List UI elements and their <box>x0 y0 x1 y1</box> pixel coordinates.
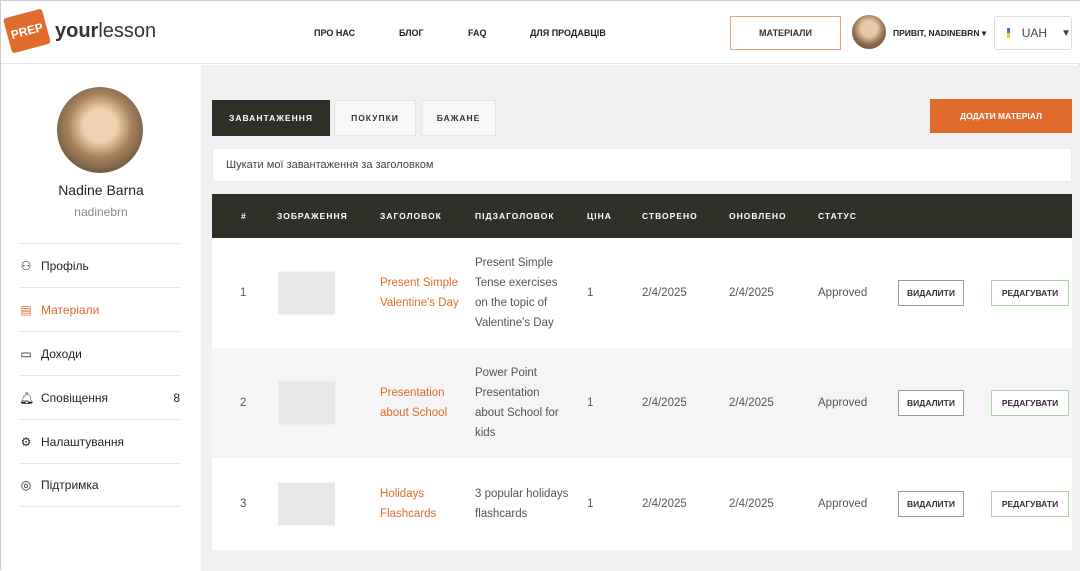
edit-button[interactable]: РЕДАГУВАТИ <box>991 491 1069 517</box>
tab-wishlist[interactable]: БАЖАНЕ <box>421 100 496 136</box>
sidebar-item-settings[interactable]: ⚙ Налаштування <box>19 419 180 463</box>
caret-down-icon: ▾ <box>981 28 987 38</box>
user-avatar[interactable] <box>852 15 886 49</box>
add-material-button[interactable]: ДОДАТИ МАТЕРІАЛ <box>930 99 1072 133</box>
created-date: 2/4/2025 <box>642 287 687 299</box>
greeting-text: ПРИВІТ, NADINEBRN <box>893 28 980 38</box>
created-date: 2/4/2025 <box>642 498 687 510</box>
logo-badge: PREP <box>3 8 51 54</box>
sidebar-item-label: Матеріали <box>41 302 100 317</box>
sidebar-item-support[interactable]: ◎ Підтримка <box>19 463 180 507</box>
col-title: ЗАГОЛОВОК <box>380 211 442 221</box>
material-title-link[interactable]: Present Simple Valentine's Day <box>380 273 460 313</box>
updated-date: 2/4/2025 <box>729 287 774 299</box>
status-text: Approved <box>818 397 868 409</box>
table-header: # ЗОБРАЖЕННЯ ЗАГОЛОВОК ПІДЗАГОЛОВОК ЦІНА… <box>212 194 1072 238</box>
sidebar-item-label: Налаштування <box>41 434 124 449</box>
material-price: 1 <box>587 498 594 510</box>
sidebar-menu: ⚇ Профіль ▤ Матеріали ▭ Доходи 🔔︎ Сповіщення… <box>19 243 180 507</box>
header: PREP yourlesson ПРО НАС БЛОГ FAQ ДЛЯ ПРО… <box>1 1 1080 64</box>
nav-about[interactable]: ПРО НАС <box>314 28 355 38</box>
sidebar-item-notifications[interactable]: 🔔︎ Сповіщення 8 <box>19 375 180 419</box>
sidebar-item-materials[interactable]: ▤ Матеріали <box>19 287 180 331</box>
logo-text-bold: your <box>55 19 99 42</box>
row-number: 3 <box>240 498 247 510</box>
caret-down-icon: ▼ <box>1061 27 1071 39</box>
material-price: 1 <box>587 287 594 299</box>
sidebar-item-income[interactable]: ▭ Доходи <box>19 331 180 375</box>
wallet-icon: ▭ <box>20 346 32 361</box>
delete-button[interactable]: ВИДАЛИТИ <box>898 280 964 306</box>
material-thumbnail <box>278 482 335 526</box>
delete-button[interactable]: ВИДАЛИТИ <box>898 491 964 517</box>
bell-icon: 🔔︎ <box>19 390 35 405</box>
col-updated: ОНОВЛЕНО <box>729 211 787 221</box>
row-number: 2 <box>240 397 247 409</box>
logo-text-light: lesson <box>98 19 157 42</box>
nav-blog[interactable]: БЛОГ <box>399 28 424 38</box>
row-number: 1 <box>240 287 247 299</box>
table-row: 1 Present Simple Valentine's Day Present… <box>212 238 1072 348</box>
gear-icon: ⚙ <box>20 434 32 449</box>
notification-count: 8 <box>173 390 180 405</box>
delete-button[interactable]: ВИДАЛИТИ <box>898 390 964 416</box>
sidebar-item-profile[interactable]: ⚇ Профіль <box>19 243 180 287</box>
profile-avatar <box>57 87 143 173</box>
ukraine-flag-icon <box>1007 28 1010 38</box>
material-title-link[interactable]: Presentation about School <box>380 383 460 423</box>
edit-button[interactable]: РЕДАГУВАТИ <box>991 390 1069 416</box>
status-text: Approved <box>818 498 868 510</box>
material-price: 1 <box>587 397 594 409</box>
currency-select[interactable]: UAH ▼ <box>994 16 1072 50</box>
currency-value: UAH <box>1021 26 1048 40</box>
material-subtitle: 3 popular holidays flashcards <box>475 488 569 520</box>
nav-faq[interactable]: FAQ <box>468 28 487 38</box>
col-created: СТВОРЕНО <box>642 211 698 221</box>
sidebar-item-label: Сповіщення <box>41 390 109 405</box>
material-thumbnail <box>278 381 335 425</box>
material-thumbnail <box>278 271 335 315</box>
status-text: Approved <box>818 287 868 299</box>
user-menu[interactable]: ПРИВІТ, NADINEBRN ▾ <box>893 28 986 39</box>
user-icon: ⚇ <box>20 258 32 273</box>
col-status: СТАТУС <box>818 211 857 221</box>
col-image: ЗОБРАЖЕННЯ <box>277 211 348 221</box>
updated-date: 2/4/2025 <box>729 397 774 409</box>
sidebar-item-label: Підтримка <box>41 478 99 492</box>
materials-button[interactable]: МАТЕРІАЛИ <box>730 16 841 50</box>
main-content: ЗАВАНТАЖЕННЯ ПОКУПКИ БАЖАНЕ ДОДАТИ МАТЕР… <box>201 65 1080 571</box>
edit-button[interactable]: РЕДАГУВАТИ <box>991 280 1069 306</box>
material-subtitle: Present Simple Tense exercises on the to… <box>475 257 558 329</box>
profile-username: nadinebrn <box>74 205 128 219</box>
col-subtitle: ПІДЗАГОЛОВОК <box>475 211 555 221</box>
tab-purchases[interactable]: ПОКУПКИ <box>334 100 416 136</box>
sidebar-item-label: Профіль <box>41 258 89 273</box>
created-date: 2/4/2025 <box>642 397 687 409</box>
tab-uploads[interactable]: ЗАВАНТАЖЕННЯ <box>212 100 330 136</box>
material-title-link[interactable]: Holidays Flashcards <box>380 484 460 524</box>
profile-name: Nadine Barna <box>58 182 144 198</box>
updated-date: 2/4/2025 <box>729 498 774 510</box>
search-input[interactable]: Шукати мої завантаження за заголовком <box>212 148 1072 182</box>
material-subtitle: Power Point Presentation about School fo… <box>475 367 559 439</box>
nav-for-sellers[interactable]: ДЛЯ ПРОДАВЦІВ <box>530 28 606 38</box>
logo[interactable]: PREP yourlesson <box>3 8 157 54</box>
col-price: ЦІНА <box>587 211 612 221</box>
lifebuoy-icon: ◎ <box>20 478 32 492</box>
document-icon: ▤ <box>20 302 32 317</box>
table-row: 2 Presentation about School Power Point … <box>212 348 1072 458</box>
col-number: # <box>241 211 247 221</box>
sidebar: Nadine Barna nadinebrn ⚇ Профіль ▤ Матеріа… <box>1 65 201 571</box>
table-row: 3 Holidays Flashcards 3 popular holidays… <box>212 458 1072 550</box>
sidebar-item-label: Доходи <box>41 346 82 361</box>
